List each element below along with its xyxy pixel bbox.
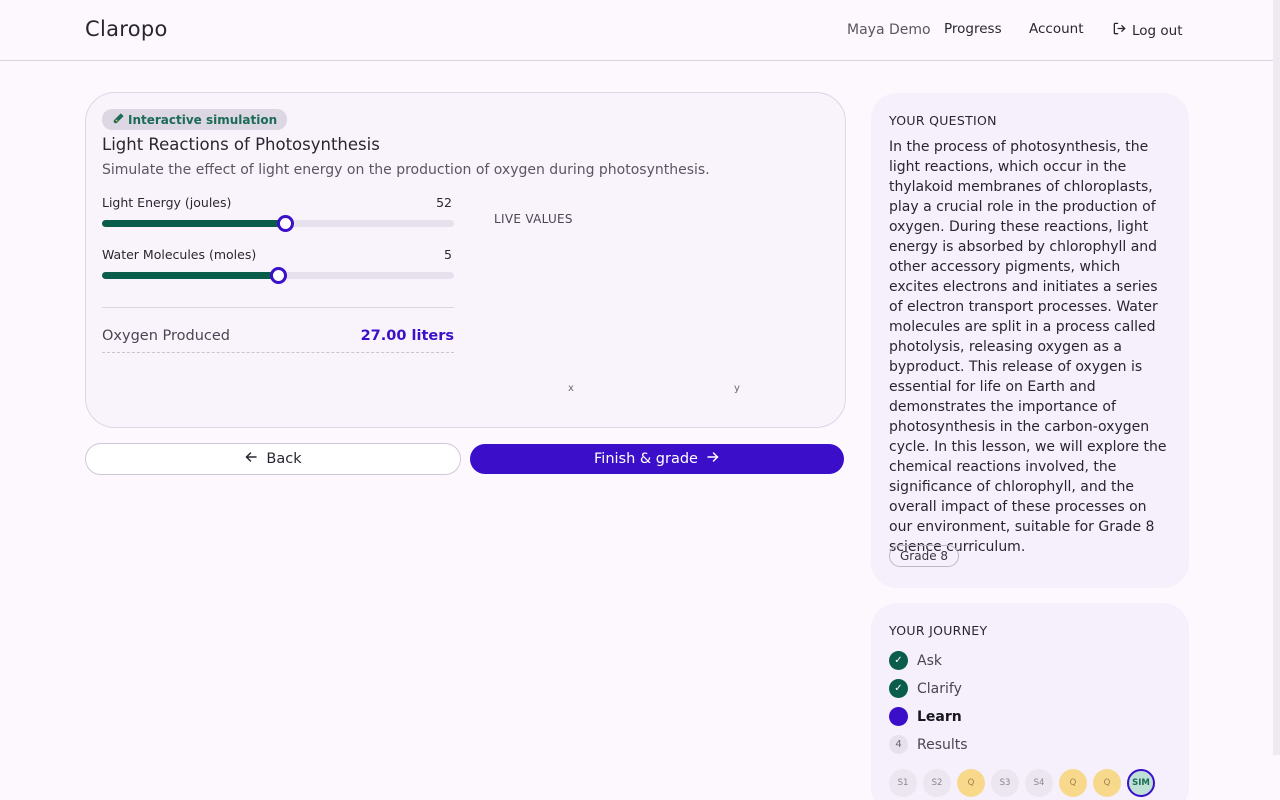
- slider-value-water-molecules: 5: [444, 247, 452, 262]
- journey-step-label: Results: [917, 736, 968, 753]
- journey-chip-quiz[interactable]: Q: [957, 769, 985, 797]
- logout-icon: [1112, 21, 1127, 40]
- slider-thumb[interactable]: [277, 215, 295, 232]
- section-divider: [102, 307, 454, 308]
- journey-chip[interactable]: S4: [1025, 769, 1053, 797]
- journey-step-label: Ask: [917, 652, 942, 669]
- page-scrollbar[interactable]: [1273, 0, 1280, 755]
- water-molecules-slider[interactable]: [102, 267, 454, 284]
- arrow-left-icon: [244, 450, 258, 468]
- simulation-card: Interactive simulation Light Reactions o…: [85, 92, 846, 428]
- slider-thumb[interactable]: [270, 267, 287, 284]
- journey-step-ask: ✓ Ask: [889, 651, 942, 670]
- finish-grade-button[interactable]: Finish & grade: [470, 444, 844, 474]
- journey-step-label: Learn: [917, 708, 962, 725]
- check-icon: ✓: [889, 651, 908, 670]
- journey-step-learn: Learn: [889, 707, 962, 726]
- output-label: Oxygen Produced: [102, 328, 230, 344]
- current-step-dot-icon: [889, 707, 908, 726]
- question-text: In the process of photosynthesis, the li…: [889, 139, 1167, 555]
- back-button-label: Back: [266, 451, 302, 467]
- journey-chip-sim-current[interactable]: SIM: [1127, 769, 1155, 797]
- slider-label-light-energy: Light Energy (joules): [102, 195, 232, 210]
- journey-step-results: 4 Results: [889, 735, 968, 754]
- journey-chip[interactable]: S2: [923, 769, 951, 797]
- logout-label: Log out: [1132, 22, 1183, 39]
- arrow-right-icon: [706, 450, 720, 468]
- simulation-description: Simulate the effect of light energy on t…: [102, 162, 710, 178]
- slider-label-water-molecules: Water Molecules (moles): [102, 247, 257, 262]
- journey-chip-quiz[interactable]: Q: [1093, 769, 1121, 797]
- test-tube-icon: [112, 112, 125, 128]
- journey-step-label: Clarify: [917, 680, 962, 697]
- question-heading: YOUR QUESTION: [889, 113, 997, 128]
- check-icon: ✓: [889, 679, 908, 698]
- user-name: Maya Demo: [847, 22, 931, 38]
- live-values-title: LIVE VALUES: [494, 212, 573, 226]
- journey-chip[interactable]: S1: [889, 769, 917, 797]
- simulation-badge: Interactive simulation: [102, 109, 288, 130]
- axis-y-label: y: [734, 383, 740, 394]
- journey-card: YOUR JOURNEY ✓ Ask ✓ Clarify Learn 4 Res…: [871, 603, 1189, 800]
- logout-button[interactable]: Log out: [1112, 21, 1183, 40]
- back-button[interactable]: Back: [85, 443, 461, 475]
- journey-chips: S1 S2 Q S3 S4 Q Q SIM: [889, 769, 1155, 797]
- journey-chip-quiz[interactable]: Q: [1059, 769, 1087, 797]
- output-value: 27.00 liters: [360, 328, 454, 344]
- slider-fill: [102, 272, 278, 279]
- finish-button-label: Finish & grade: [594, 451, 698, 467]
- output-row: Oxygen Produced 27.00 liters: [102, 326, 454, 353]
- axis-x-label: x: [568, 383, 574, 394]
- question-card: YOUR QUESTION In the process of photosyn…: [871, 93, 1189, 588]
- grade-tag: Grade 8: [889, 545, 960, 567]
- journey-heading: YOUR JOURNEY: [889, 623, 988, 638]
- brand-logo[interactable]: Claropo: [85, 17, 168, 41]
- slider-value-light-energy: 52: [436, 195, 452, 210]
- journey-step-clarify: ✓ Clarify: [889, 679, 962, 698]
- nav-account-link[interactable]: Account: [1029, 21, 1084, 37]
- step-number-badge: 4: [889, 735, 908, 754]
- journey-chip[interactable]: S3: [991, 769, 1019, 797]
- simulation-badge-label: Interactive simulation: [128, 112, 278, 127]
- nav-progress-link[interactable]: Progress: [944, 21, 1002, 37]
- slider-fill: [102, 220, 286, 227]
- light-energy-slider[interactable]: [102, 215, 454, 232]
- top-header: Claropo Maya Demo Progress Account Log o…: [0, 0, 1280, 61]
- simulation-title: Light Reactions of Photosynthesis: [102, 135, 380, 154]
